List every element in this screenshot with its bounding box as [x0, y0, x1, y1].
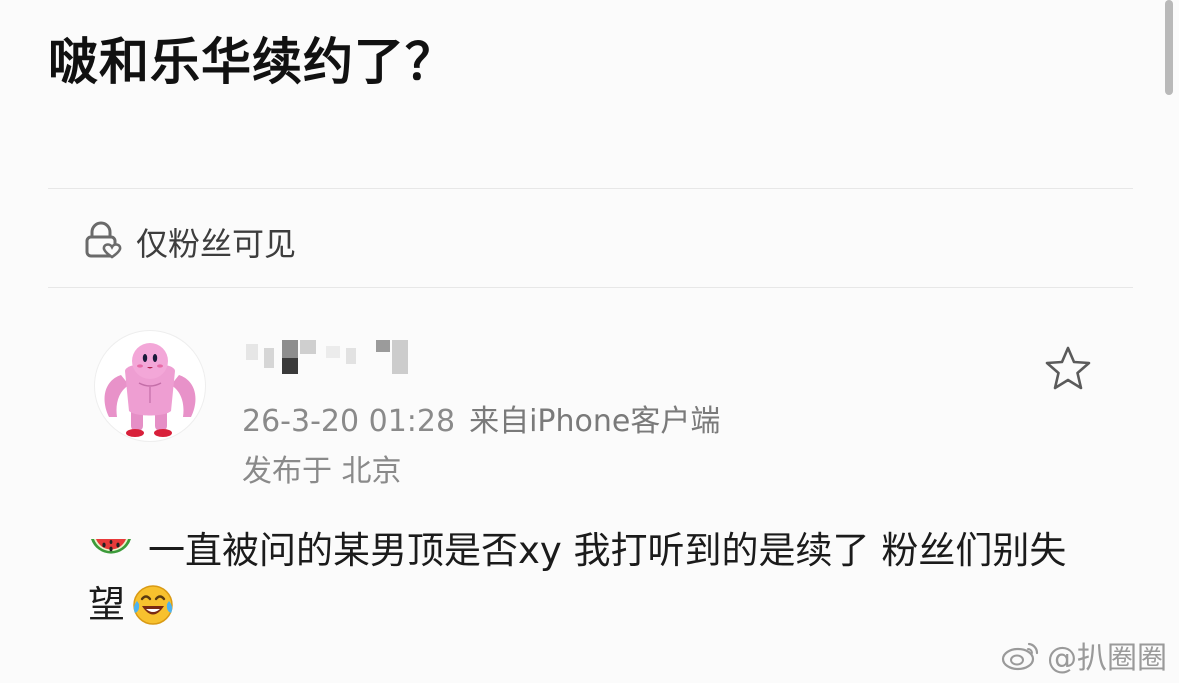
username-censored: [246, 338, 416, 376]
laughing-crying-emoji: [131, 583, 175, 627]
muscular-kirby-avatar: [104, 343, 196, 437]
post-body: 一直被问的某男顶是否xy 我打听到的是续了 粉丝们别失望: [88, 524, 1098, 632]
post-location: 发布于 北京: [242, 454, 402, 489]
post-text: 一直被问的某男顶是否xy 我打听到的是续了 粉丝们别失望: [88, 529, 1067, 626]
visibility-label: 仅粉丝可见: [136, 225, 297, 263]
timestamp: 26-3-20 01:28: [242, 404, 456, 439]
avatar[interactable]: [94, 330, 206, 442]
headline: 啵和乐华续约了？: [48, 33, 456, 91]
lock-heart-icon: [82, 221, 124, 263]
visibility-indicator: 仅粉丝可见: [82, 218, 296, 266]
weibo-icon: [1001, 642, 1039, 671]
screenshot-page: 啵和乐华续约了？ 仅粉丝可见 26-3-20 01:28 来自iPhone客户端…: [0, 0, 1179, 683]
post-meta: 26-3-20 01:28 来自iPhone客户端: [242, 396, 720, 440]
watermelon-emoji: [88, 531, 134, 571]
post-source: 来自iPhone客户端: [469, 404, 721, 439]
watermark-text: @扒圈圈: [1047, 641, 1167, 676]
star-icon: [1045, 346, 1091, 390]
divider: [48, 287, 1133, 288]
divider: [48, 188, 1133, 189]
scrollbar[interactable]: [1165, 0, 1173, 95]
watermark: @扒圈圈: [1001, 633, 1167, 677]
favorite-button[interactable]: [1044, 345, 1092, 391]
